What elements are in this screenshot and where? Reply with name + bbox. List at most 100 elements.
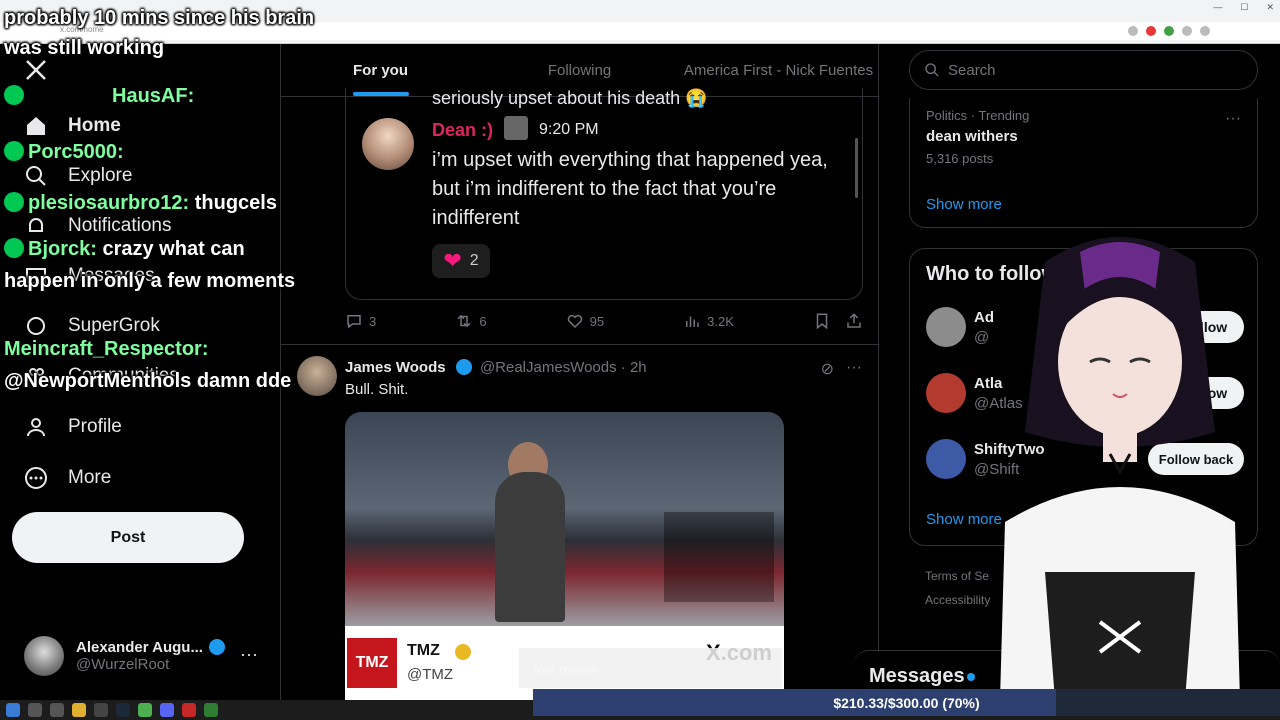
close-icon[interactable]: ✕ [1266,2,1274,13]
extension-icon[interactable] [1164,26,1174,36]
avatar [926,307,966,347]
extension-icon[interactable] [1128,26,1138,36]
bell-icon [29,218,43,232]
extension-icon[interactable] [1146,26,1156,36]
sidebar-item-label: More [68,467,112,488]
home-icon [27,117,45,135]
quoted-body: i’m upset with everything that happened … [432,149,828,229]
grok-icon [27,317,45,335]
sidebar-item-label: SuperGrok [68,315,160,336]
quoted-time: 9:20 PM [539,121,599,138]
chat-username-text: Meincraft_Respector: [4,338,209,360]
scrollbar[interactable] [855,138,858,198]
like-button[interactable]: 95 [566,312,604,330]
donation-goal-bar: $210.33/$300.00 (70%) [533,689,1280,716]
extension-icons [1128,26,1210,36]
reaction-count: 2 [469,252,479,269]
post-actions: 3 6 95 3.2K [345,312,863,330]
cat-emoji-icon [504,116,528,140]
quoted-author-name: Dean :) [432,120,494,140]
chat-username: Porc5000: [28,141,124,163]
chat-username: Bjorck: [28,238,97,260]
sidebar-item-label: Notifications [68,215,172,236]
bookmark-share [813,312,863,330]
author-name[interactable]: James Woods [345,359,446,376]
chat-text: thugcels [194,192,277,214]
post-header: James Woods @RealJamesWoods · 2h [345,359,647,376]
heart-icon: ❤ [443,248,462,273]
views-button[interactable]: 3.2K [683,312,734,330]
account-more-icon[interactable]: ··· [240,644,258,665]
extension-icon[interactable] [1200,26,1210,36]
obs-icon[interactable] [94,703,108,717]
vtuber-avatar [1000,237,1240,700]
footer-link-accessibility[interactable]: Accessibility [925,588,990,612]
account-switcher[interactable]: Alexander Augu... @WurzelRoot ··· [24,634,264,678]
x-logo[interactable] [24,58,48,82]
x-logo-icon [26,60,46,80]
task-view-icon[interactable] [50,703,64,717]
author-handle[interactable]: @RealJamesWoods · 2h [480,359,647,376]
post-button[interactable]: Post [12,512,244,563]
avatar [926,373,966,413]
verified-gold-icon [455,644,471,660]
sidebar-item-home[interactable]: Home [24,114,121,138]
quoted-post[interactable]: seriously upset about his death 😭 Dean :… [345,88,863,300]
sidebar-item-more[interactable]: More [24,466,111,490]
chat-text: crazy what can [102,238,245,260]
extension-icon[interactable] [1182,26,1192,36]
chat-badge-icon [4,85,24,105]
reaction-chip[interactable]: ❤ 2 [432,244,490,278]
chat-username: Meincraft_Respector: [4,337,209,361]
trend-count: 5,316 posts [926,151,994,166]
discord-icon[interactable] [160,703,174,717]
reply-button[interactable]: 3 [345,312,376,330]
bookmark-icon[interactable] [813,312,831,330]
card-source-handle: @TMZ [407,666,454,683]
app-icon[interactable] [182,703,196,717]
minimize-icon[interactable]: — [1213,2,1222,13]
more-icon[interactable]: ··· [1225,110,1241,128]
folder-icon[interactable] [72,703,86,717]
views-icon [686,316,699,327]
sidebar-item-label: Home [68,115,121,136]
show-more-link[interactable]: Show more [926,196,1002,213]
video-player[interactable] [345,412,784,626]
chrome-icon[interactable] [138,703,152,717]
sidebar-item-explore[interactable]: Explore [24,164,132,188]
more-icon[interactable]: ··· [846,359,862,379]
chat-badge-icon [4,141,24,161]
card-source-name: TMZ [407,642,440,659]
sidebar-item-notifications[interactable]: Notifications [24,214,172,238]
account-name: Alexander Augu... [76,639,203,656]
sidebar-item-label: Profile [68,416,122,437]
chat-username: HausAF: [112,85,195,107]
like-icon [567,314,582,329]
grok-explain-icon[interactable]: ⊘ [821,359,834,379]
like-count: 95 [589,313,605,329]
avatar[interactable] [297,356,337,396]
app-icon[interactable] [204,703,218,717]
sidebar-item-profile[interactable]: Profile [24,415,122,439]
steam-icon[interactable] [116,703,130,717]
repost-button[interactable]: 6 [455,312,487,330]
account-handle: @WurzelRoot [76,656,170,673]
avatar [926,439,966,479]
start-icon[interactable] [6,703,20,717]
maximize-icon[interactable]: ☐ [1240,2,1248,13]
video-chat-overlay [664,512,774,602]
share-icon[interactable] [845,312,863,330]
search-icon[interactable] [28,703,42,717]
sidebar-item-label: Explore [68,165,133,186]
chat-username: plesiosaurbro12: [28,192,190,214]
person-icon [27,418,45,437]
search-input[interactable]: Search [909,50,1258,90]
trend-name[interactable]: dean withers [926,128,1018,145]
sidebar-item-supergrok[interactable]: SuperGrok [24,314,160,338]
video-frame-body [495,472,565,622]
search-placeholder: Search [948,61,996,79]
chat-badge-icon [4,192,24,212]
trending-box: Politics · Trending dean withers 5,316 p… [909,98,1258,228]
footer-link-terms[interactable]: Terms of Se [925,564,990,588]
chat-message: Bjorck: crazy what can [4,237,245,261]
